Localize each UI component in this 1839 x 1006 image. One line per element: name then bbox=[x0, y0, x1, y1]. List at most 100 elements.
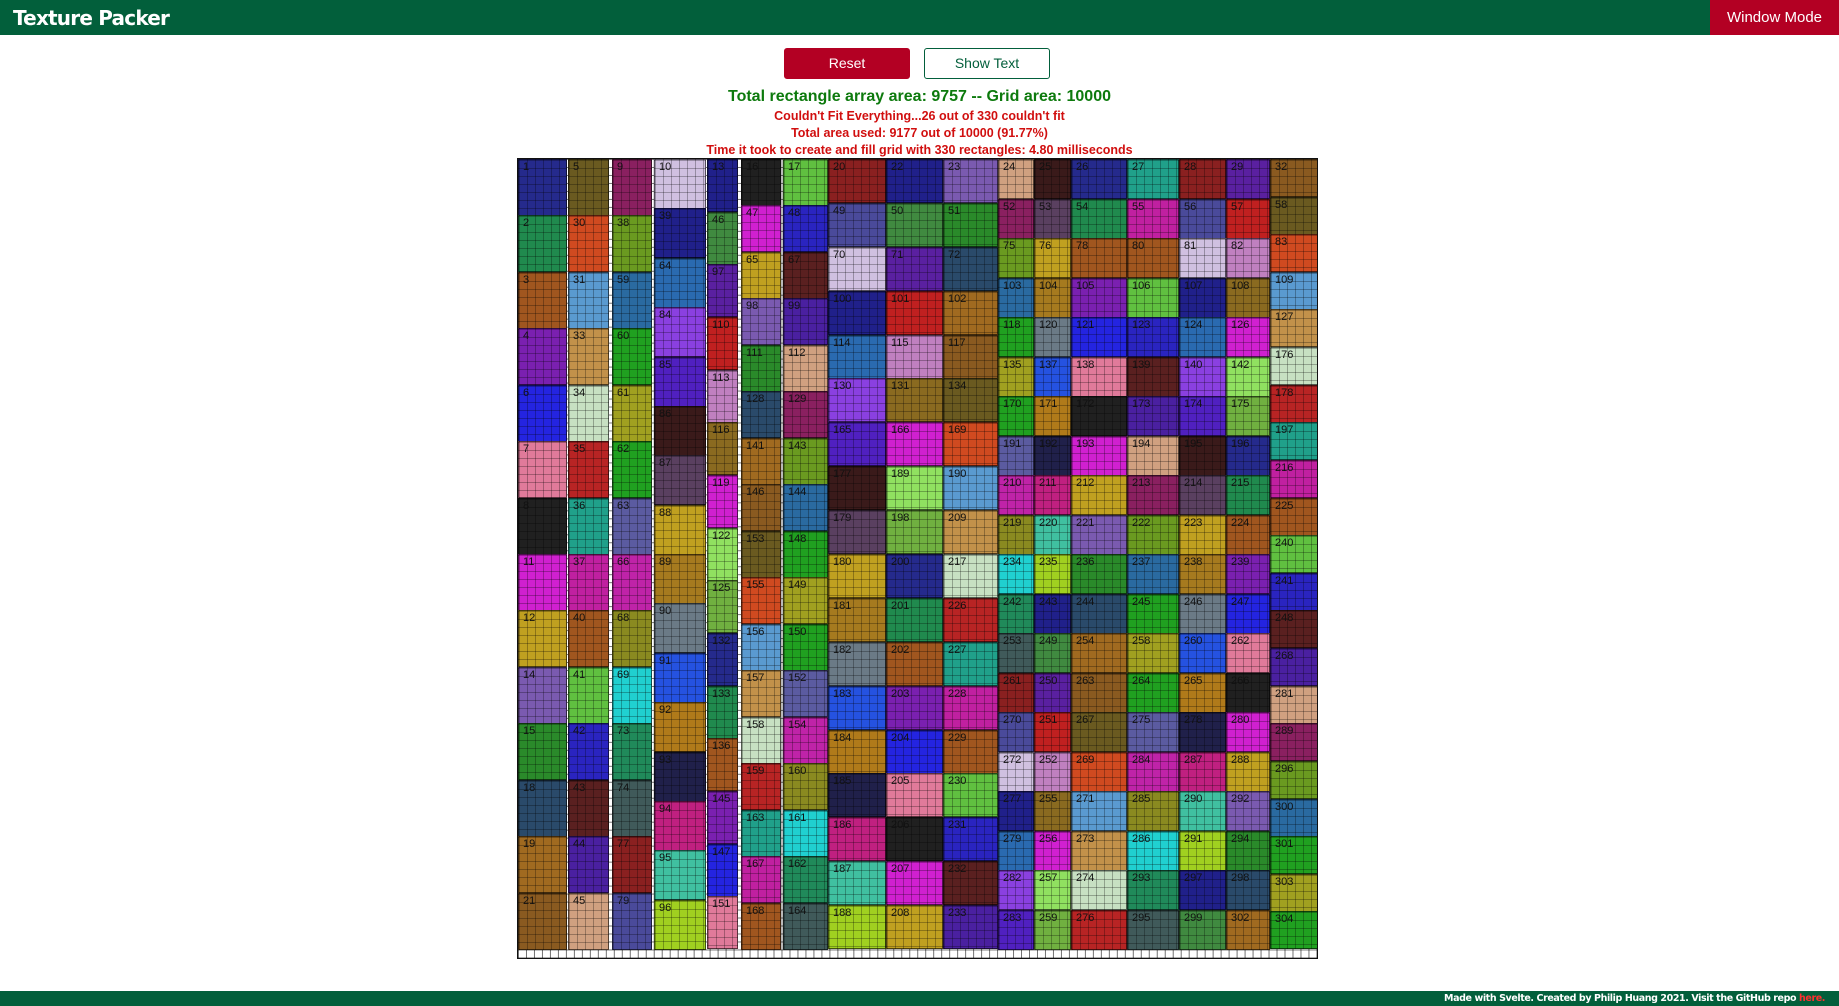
rect-label: 99 bbox=[788, 300, 801, 313]
packed-rect: 32 bbox=[1270, 159, 1317, 197]
packed-rect: 201 bbox=[886, 597, 943, 642]
packed-rect: 215 bbox=[1226, 475, 1270, 515]
rect-label: 51 bbox=[948, 204, 961, 217]
packed-rect: 120 bbox=[1034, 317, 1071, 357]
rect-label: 179 bbox=[833, 512, 852, 525]
rect-label: 69 bbox=[617, 668, 630, 681]
rect-label: 298 bbox=[1231, 872, 1250, 884]
rect-label: 116 bbox=[712, 424, 730, 437]
rect-label: 124 bbox=[1184, 319, 1203, 331]
rect-label: 231 bbox=[948, 819, 967, 832]
packed-rect: 239 bbox=[1226, 554, 1270, 594]
rect-label: 244 bbox=[1076, 595, 1095, 608]
packed-rect: 278 bbox=[1179, 712, 1226, 752]
rect-label: 295 bbox=[1132, 911, 1151, 924]
packed-rect: 263 bbox=[1071, 672, 1127, 713]
packed-rect: 36 bbox=[568, 497, 609, 555]
rect-label: 214 bbox=[1184, 477, 1203, 489]
rect-label: 59 bbox=[617, 273, 630, 286]
packed-rect: 4 bbox=[518, 328, 567, 386]
packed-rect: 159 bbox=[741, 763, 781, 811]
packed-rect: 293 bbox=[1127, 870, 1179, 910]
rect-label: 254 bbox=[1076, 635, 1095, 647]
packed-rect: 41 bbox=[568, 666, 609, 724]
rect-label: 93 bbox=[659, 753, 672, 766]
rect-label: 211 bbox=[1039, 477, 1057, 489]
packed-rect: 303 bbox=[1270, 873, 1317, 912]
packed-rect: 258 bbox=[1127, 633, 1179, 673]
packed-rect: 33 bbox=[568, 328, 609, 386]
packed-rect: 175 bbox=[1226, 396, 1270, 436]
reset-button[interactable]: Reset bbox=[784, 48, 910, 79]
rect-label: 287 bbox=[1184, 753, 1203, 766]
rect-label: 282 bbox=[1003, 872, 1022, 884]
packed-rect: 47 bbox=[741, 205, 781, 253]
packed-rect: 15 bbox=[518, 723, 567, 781]
packed-rect: 173 bbox=[1127, 396, 1179, 436]
rect-label: 122 bbox=[712, 529, 731, 542]
rect-label: 258 bbox=[1132, 635, 1151, 647]
rect-label: 288 bbox=[1231, 753, 1250, 766]
window-mode-button[interactable]: Window Mode bbox=[1710, 0, 1839, 35]
packed-rect: 31 bbox=[568, 271, 609, 329]
rect-label: 261 bbox=[1003, 674, 1022, 687]
app-title: Texture Packer bbox=[13, 6, 170, 30]
packed-rect: 20 bbox=[828, 159, 886, 203]
packed-rect: 277 bbox=[998, 791, 1034, 831]
rect-label: 117 bbox=[948, 336, 966, 349]
packed-rect: 22 bbox=[886, 159, 943, 203]
rect-label: 83 bbox=[1275, 236, 1288, 249]
rect-label: 17 bbox=[788, 161, 801, 173]
rect-label: 96 bbox=[659, 901, 672, 914]
rect-label: 40 bbox=[573, 612, 586, 625]
packed-rect: 238 bbox=[1179, 554, 1226, 594]
packed-rect: 255 bbox=[1034, 791, 1071, 831]
packed-rect: 157 bbox=[741, 670, 781, 718]
packed-rect: 281 bbox=[1270, 685, 1317, 724]
rect-label: 196 bbox=[1231, 437, 1250, 450]
footer-text: Made with Svelte. Created by Philip Huan… bbox=[1444, 992, 1825, 1005]
packed-rect: 219 bbox=[998, 514, 1034, 555]
packed-rect: 172 bbox=[1071, 396, 1127, 436]
show-text-button[interactable]: Show Text bbox=[924, 48, 1050, 79]
packed-rect: 116 bbox=[707, 422, 738, 476]
packed-rect: 30 bbox=[568, 215, 609, 273]
packed-rect: 70 bbox=[828, 246, 886, 291]
packed-rect: 137 bbox=[1034, 356, 1071, 397]
rect-label: 146 bbox=[746, 486, 765, 499]
rect-label: 5 bbox=[573, 161, 580, 173]
packed-rect: 29 bbox=[1226, 159, 1270, 199]
rect-label: 125 bbox=[712, 582, 731, 595]
packed-rect: 271 bbox=[1071, 791, 1127, 831]
packed-rect: 106 bbox=[1127, 277, 1179, 318]
packed-rect: 245 bbox=[1127, 593, 1179, 634]
packed-rect: 64 bbox=[654, 257, 706, 308]
packed-rect: 53 bbox=[1034, 198, 1071, 239]
packed-rect: 43 bbox=[568, 779, 609, 837]
rect-label: 170 bbox=[1003, 398, 1022, 410]
rect-label: 28 bbox=[1184, 161, 1197, 173]
rect-label: 237 bbox=[1132, 556, 1151, 568]
packed-rect: 270 bbox=[998, 712, 1034, 752]
rect-label: 250 bbox=[1039, 674, 1058, 687]
rect-label: 85 bbox=[659, 358, 672, 371]
packed-rect: 152 bbox=[783, 670, 828, 718]
rect-label: 61 bbox=[617, 386, 630, 399]
packed-rect: 112 bbox=[783, 344, 828, 392]
rect-label: 128 bbox=[746, 393, 765, 406]
rect-label: 1 bbox=[523, 161, 530, 173]
rect-label: 57 bbox=[1231, 200, 1244, 213]
packed-rect: 169 bbox=[943, 422, 998, 467]
rect-label: 186 bbox=[833, 819, 852, 832]
rect-label: 98 bbox=[746, 300, 759, 313]
packed-rect: 167 bbox=[741, 856, 781, 904]
rect-label: 239 bbox=[1231, 556, 1250, 568]
packed-rect: 145 bbox=[707, 791, 738, 844]
repo-link[interactable]: here. bbox=[1799, 993, 1825, 1004]
rect-label: 6 bbox=[523, 386, 530, 399]
rect-label: 121 bbox=[1076, 319, 1095, 331]
rect-label: 49 bbox=[833, 204, 846, 217]
packed-rect: 104 bbox=[1034, 277, 1071, 318]
rect-label: 259 bbox=[1039, 911, 1058, 924]
packed-rect: 164 bbox=[783, 902, 828, 950]
